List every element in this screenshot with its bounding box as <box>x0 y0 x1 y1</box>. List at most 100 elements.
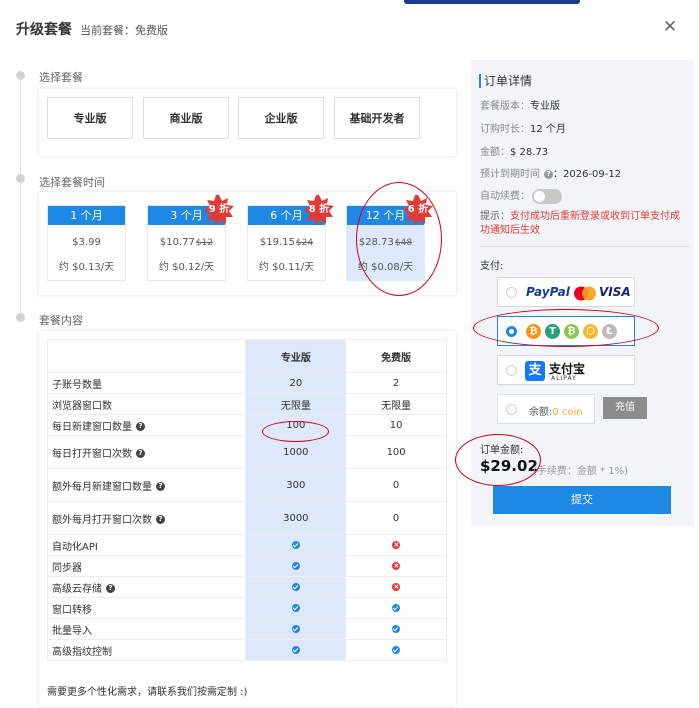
duration-per-day: 约 $0.11/天 <box>258 262 315 273</box>
feature-value-pro: 3000 <box>245 501 347 535</box>
duration-price: $10.77$12 <box>159 237 214 248</box>
feature-value-free: 10 <box>345 414 447 436</box>
payment-radio[interactable] <box>506 287 517 298</box>
duration-option-3m[interactable]: 3 个月 $10.77$12 约 $0.12/天 9 折 <box>147 195 234 281</box>
feature-name: 高级指纹控制 <box>46 639 247 661</box>
tether-icon: T <box>545 324 560 339</box>
submit-button[interactable]: 提交 <box>493 486 671 514</box>
check-icon <box>291 561 300 570</box>
feature-name: 浏览器窗口数 <box>46 393 247 415</box>
cross-icon <box>392 561 401 570</box>
help-icon[interactable]: ? <box>136 422 145 431</box>
feature-name: 批量导入 <box>46 618 247 640</box>
table-header-free: 免费版 <box>345 339 447 373</box>
payment-radio[interactable] <box>506 404 517 415</box>
payment-radio[interactable] <box>506 365 517 376</box>
payment-option-balance[interactable]: 余额:0 coin <box>497 394 595 424</box>
dialog-title: 升级套餐 <box>16 22 72 38</box>
table-row: 子账号数量 20 2 <box>46 372 447 394</box>
table-row: 批量导入 <box>46 618 447 640</box>
help-icon[interactable]: ? <box>156 515 165 524</box>
step-label-content: 套餐内容 <box>39 314 83 327</box>
alipay-sub: ALIPAY <box>551 375 577 382</box>
payment-option-paypal-visa[interactable]: PayPal VISA <box>497 277 635 307</box>
table-row: 高级云存储? <box>46 576 447 598</box>
bitcoin-cash-icon: ₿ <box>564 324 579 339</box>
help-icon[interactable]: ? <box>544 169 553 179</box>
table-row: 每日打开窗口次数? 1000 100 <box>46 435 447 469</box>
feature-value-pro: 300 <box>245 468 347 502</box>
table-row: 高级指纹控制 <box>46 639 447 661</box>
feature-value-pro: 100 <box>245 414 347 436</box>
feature-value-pro <box>245 618 347 640</box>
feature-value-pro: 无限量 <box>245 393 347 415</box>
feature-name: 子账号数量 <box>46 372 247 394</box>
dialog-header: 升级套餐 当前套餐：免费版 <box>16 19 168 39</box>
bnb-icon: ⬡ <box>583 324 598 339</box>
feature-value-pro <box>245 534 347 556</box>
payment-radio[interactable] <box>506 326 517 337</box>
feature-name: 每日打开窗口次数? <box>46 435 247 469</box>
close-icon[interactable]: ✕ <box>661 18 679 36</box>
feature-name: 额外每月打开窗口次数? <box>46 501 247 535</box>
help-icon[interactable]: ? <box>136 449 145 458</box>
paypal-logo: PayPal <box>526 285 570 299</box>
help-icon[interactable]: ? <box>106 584 115 593</box>
feature-value-free <box>345 597 447 619</box>
feature-value-free: 0 <box>345 501 447 535</box>
duration-price: $3.99 <box>72 237 101 248</box>
feature-value-pro: 20 <box>245 372 347 394</box>
payment-option-alipay[interactable]: 支 支付宝 ALIPAY <box>497 355 635 385</box>
feature-value-free <box>345 639 447 661</box>
order-notice: 提示：支付成功后重新登录或收到订单支付成功通知后生效 <box>480 211 680 236</box>
discount-badge: 8 折 <box>304 195 334 225</box>
feature-value-pro <box>245 639 347 661</box>
table-row: 自动化API <box>46 534 447 556</box>
table-row: 额外每月新建窗口数量? 300 0 <box>46 468 447 502</box>
original-price: $48 <box>394 238 413 248</box>
check-icon <box>291 603 300 612</box>
total-label: 订单金额: <box>480 445 524 456</box>
order-version: 套餐版本：专业版 <box>480 101 560 112</box>
total-amount: $29.02 <box>480 457 538 475</box>
table-header-row: 专业版 免费版 <box>46 339 447 373</box>
mastercard-icon <box>574 286 596 301</box>
table-row: 浏览器窗口数 无限量 无限量 <box>46 393 447 415</box>
plan-button-pro[interactable]: 专业版 <box>47 97 133 139</box>
plan-button-enterprise[interactable]: 企业版 <box>238 97 324 139</box>
plan-button-business[interactable]: 商业版 <box>143 97 229 139</box>
table-row: 每日新建窗口数量? 100 10 <box>46 414 447 436</box>
duration-per-day: 约 $0.08/天 <box>357 262 414 273</box>
duration-option-6m[interactable]: 6 个月 $19.15$24 约 $0.11/天 8 折 <box>247 195 334 281</box>
comparison-table: 专业版 免费版 子账号数量 20 2 浏览器窗口数 无限量 无限量 每日新建窗口数量? 100… <box>46 339 447 661</box>
duration-label: 1 个月 <box>48 206 125 225</box>
payment-option-crypto[interactable]: ₿ T ₿ ⬡ Ł <box>497 316 635 346</box>
discount-badge: 9 折 <box>204 195 234 225</box>
feature-value-free <box>345 555 447 577</box>
duration-price: $28.73$48 <box>358 237 413 248</box>
duration-option-12m[interactable]: 12 个月 $28.73$48 约 $0.08/天 6 折 <box>346 195 433 281</box>
feature-value-pro <box>245 576 347 598</box>
cross-icon <box>392 540 401 549</box>
check-icon <box>392 624 401 633</box>
order-duration: 订购时长：12 个月 <box>480 124 566 135</box>
feature-name: 同步器 <box>46 555 247 577</box>
feature-value-free: 2 <box>345 372 447 394</box>
fee-text: (手续费：金额 * 1%) <box>533 466 629 477</box>
alipay-icon: 支 <box>525 361 545 381</box>
feature-value-pro <box>245 555 347 577</box>
plan-button-developer[interactable]: 基础开发者 <box>334 97 420 139</box>
step-label-duration: 选择套餐时间 <box>39 176 105 189</box>
timeline-line <box>20 75 21 320</box>
auto-renew-toggle[interactable] <box>532 188 562 204</box>
divider <box>480 246 690 247</box>
help-icon[interactable]: ? <box>156 482 165 491</box>
recharge-button[interactable]: 充值 <box>603 397 647 419</box>
feature-name: 每日新建窗口数量? <box>46 414 247 436</box>
check-icon <box>291 540 300 549</box>
step-dot <box>16 71 25 80</box>
duration-option-1m[interactable]: 1 个月 $3.99 约 $0.13/天 <box>47 205 126 281</box>
original-price: $24 <box>295 238 314 248</box>
table-row: 同步器 <box>46 555 447 577</box>
feature-value-free: 100 <box>345 435 447 469</box>
